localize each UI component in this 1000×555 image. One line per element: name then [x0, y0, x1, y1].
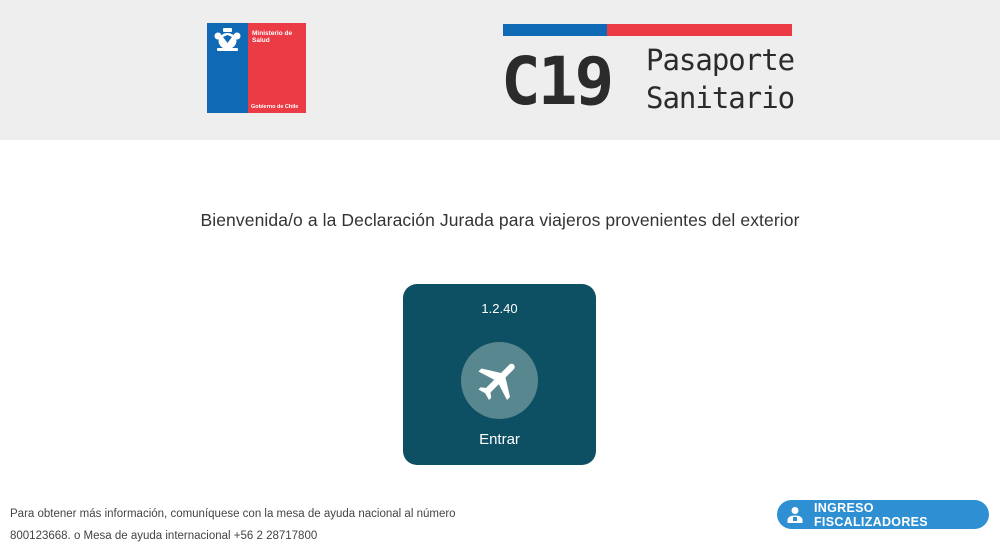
logo-ministry-text: Ministerio de Salud	[252, 30, 293, 44]
brand-code: C19	[501, 43, 614, 120]
brand-line-1: Pasaporte	[646, 43, 795, 77]
brand-line-2: Sanitario	[646, 81, 795, 115]
chile-coat-of-arms-icon	[214, 28, 241, 51]
user-badge-icon	[787, 506, 803, 523]
enter-card[interactable]: 1.2.40 Entrar	[403, 284, 596, 465]
c19-brand: C19 Pasaporte Sanitario	[501, 24, 795, 120]
help-info-line-1: Para obtener más información, comuníques…	[10, 508, 456, 520]
ingreso-fiscalizadores-button[interactable]: INGRESO FISCALIZADORES	[777, 500, 989, 529]
airplane-icon	[478, 363, 515, 401]
brand-bar-red	[607, 24, 792, 36]
ministerio-salud-logo: Ministerio de Salud Gobierno de Chile	[207, 23, 306, 113]
welcome-heading: Bienvenida/o a la Declaración Jurada par…	[200, 210, 800, 230]
logo-government-text: Gobierno de Chile	[251, 104, 299, 110]
help-info-line-2: 800123668. o Mesa de ayuda internacional…	[10, 530, 318, 542]
ingreso-fiscalizadores-label: INGRESO FISCALIZADORES	[814, 500, 928, 529]
app-version: 1.2.40	[481, 301, 518, 316]
help-info: Para obtener más información, comuníques…	[10, 503, 530, 547]
page-header: Ministerio de Salud Gobierno de Chile C1…	[0, 0, 1000, 140]
enter-label: Entrar	[479, 431, 520, 448]
brand-bar-blue	[503, 24, 607, 36]
airplane-icon-circle	[461, 342, 538, 419]
logo-blue-panel	[207, 23, 248, 113]
logo-red-panel: Ministerio de Salud Gobierno de Chile	[248, 23, 306, 113]
